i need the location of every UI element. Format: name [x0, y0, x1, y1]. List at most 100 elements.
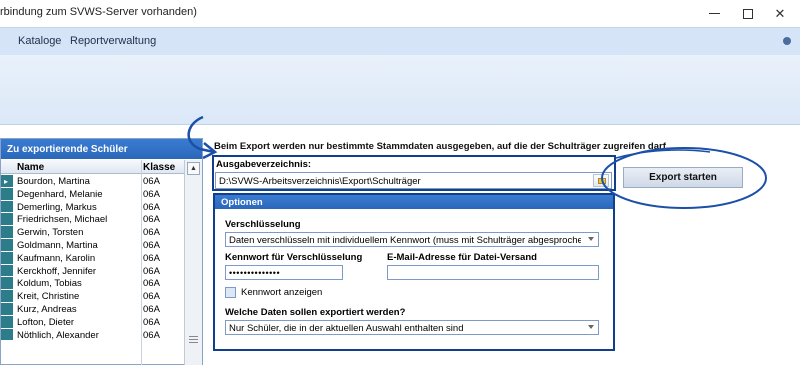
table-row[interactable]: Kerckhoff, Jennifer 06A — [1, 264, 184, 278]
chevron-down-icon — [588, 237, 594, 241]
student-name: Bourdon, Martina — [17, 176, 90, 187]
student-klasse: 06A — [143, 329, 160, 341]
password-value: •••••••••••••• — [229, 268, 281, 278]
encryption-value: Daten verschlüsseln mit individuellem Ke… — [229, 235, 581, 246]
table-row[interactable]: Kurz, Andreas 06A — [1, 302, 184, 316]
table-row[interactable]: Nöthlich, Alexander 06A — [1, 328, 184, 342]
which-data-value: Nur Schüler, die in der aktuellen Auswah… — [229, 323, 464, 334]
table-row[interactable]: Degenhard, Melanie 06A — [1, 187, 184, 201]
student-grid-header: Name Klasse — [1, 160, 184, 174]
password-field[interactable]: •••••••••••••• — [225, 265, 343, 280]
student-klasse: 06A — [143, 227, 160, 239]
student-klasse: 06A — [143, 252, 160, 264]
student-grid-scrollbar[interactable]: ▲ — [184, 160, 202, 365]
student-name: Nöthlich, Alexander — [17, 329, 99, 341]
row-indicator[interactable] — [1, 328, 13, 342]
row-indicator[interactable] — [1, 264, 13, 278]
menu-reportverwaltung[interactable]: Reportverwaltung — [70, 35, 156, 47]
column-header-name[interactable]: Name — [17, 162, 44, 173]
arrow-up-icon: ▲ — [190, 165, 197, 172]
row-indicator[interactable] — [1, 290, 13, 303]
student-name: Demerling, Markus — [17, 201, 97, 213]
student-name: Degenhard, Melanie — [17, 188, 103, 200]
student-klasse: 06A — [143, 201, 160, 213]
student-klasse: 06A — [143, 214, 160, 226]
student-name: Kurz, Andreas — [17, 303, 77, 315]
menu-kataloge[interactable]: Kataloge — [18, 35, 61, 47]
output-directory-group: Ausgabeverzeichnis: D:\SVWS-Arbeitsverze… — [212, 155, 616, 191]
encryption-select[interactable]: Daten verschlüsseln mit individuellem Ke… — [225, 232, 599, 247]
minimize-icon — [708, 13, 720, 14]
email-field[interactable] — [387, 265, 599, 280]
student-klasse: 06A — [143, 265, 160, 277]
ribbon — [0, 55, 800, 125]
row-indicator[interactable] — [1, 302, 13, 316]
help-icon[interactable] — [783, 37, 791, 45]
row-indicator[interactable] — [1, 226, 13, 239]
window-title: rbindung zum SVWS-Server vorhanden) — [0, 6, 197, 18]
student-name: Gerwin, Torsten — [17, 227, 84, 239]
email-label: E-Mail-Adresse für Datei-Versand — [387, 252, 537, 263]
student-panel: Zu exportierende Schüler Name Klasse ▸ Bo… — [0, 138, 203, 365]
student-name: Kreit, Christine — [17, 291, 80, 303]
table-row[interactable]: ▸ Bourdon, Martina 06A — [1, 175, 184, 188]
close-button[interactable]: ✕ — [760, 0, 800, 27]
chevron-down-icon — [588, 325, 594, 329]
row-indicator[interactable] — [1, 315, 13, 329]
student-klasse: 06A — [143, 239, 160, 251]
table-row[interactable]: Kreit, Christine 06A — [1, 290, 184, 303]
student-klasse: 06A — [143, 291, 160, 303]
options-group: Optionen Verschlüsselung Daten verschlüs… — [213, 193, 615, 351]
student-name: Koldum, Tobias — [17, 278, 82, 290]
output-directory-value: D:\SVWS-Arbeitsverzeichnis\Export\Schult… — [219, 176, 421, 187]
scroll-grip-icon[interactable] — [189, 336, 198, 343]
student-klasse: 06A — [143, 188, 160, 200]
student-name: Friedrichsen, Michael — [17, 214, 108, 226]
title-bar: rbindung zum SVWS-Server vorhanden) ✕ — [0, 0, 800, 27]
table-row[interactable]: Goldmann, Martina 06A — [1, 238, 184, 252]
export-start-button[interactable]: Export starten — [623, 167, 743, 188]
student-name: Lofton, Dieter — [17, 316, 75, 328]
encryption-label: Verschlüsselung — [225, 219, 301, 230]
which-data-select[interactable]: Nur Schüler, die in der aktuellen Auswah… — [225, 320, 599, 335]
maximize-icon — [743, 8, 753, 19]
student-name: Kaufmann, Karolin — [17, 252, 96, 264]
student-panel-title: Zu exportierende Schüler — [1, 139, 202, 159]
menu-bar: Kataloge Reportverwaltung — [0, 27, 800, 55]
student-klasse: 06A — [143, 278, 160, 290]
table-row[interactable]: Lofton, Dieter 06A — [1, 315, 184, 329]
options-title: Optionen — [215, 195, 613, 209]
export-info-text: Beim Export werden nur bestimmte Stammda… — [214, 141, 669, 152]
browse-folder-button[interactable] — [593, 174, 609, 187]
row-indicator[interactable] — [1, 277, 13, 291]
output-directory-label: Ausgabeverzeichnis: — [216, 159, 312, 170]
show-password-checkbox[interactable] — [225, 287, 236, 298]
row-indicator[interactable] — [1, 238, 13, 252]
student-name: Kerckhoff, Jennifer — [17, 265, 97, 277]
student-klasse: 06A — [143, 176, 160, 187]
row-indicator[interactable] — [1, 187, 13, 201]
table-row[interactable]: Demerling, Markus 06A — [1, 200, 184, 214]
student-klasse: 06A — [143, 316, 160, 328]
column-header-klasse[interactable]: Klasse — [143, 162, 175, 173]
show-password-label: Kennwort anzeigen — [241, 287, 323, 298]
table-row[interactable]: Koldum, Tobias 06A — [1, 277, 184, 291]
row-indicator[interactable] — [1, 200, 13, 214]
row-indicator[interactable]: ▸ — [1, 175, 13, 188]
student-grid-rows: ▸ Bourdon, Martina 06A Degenhard, Melanie 06… — [1, 175, 184, 342]
folder-icon — [598, 178, 606, 184]
close-icon: ✕ — [774, 5, 786, 21]
student-name: Goldmann, Martina — [17, 239, 98, 251]
table-row[interactable]: Friedrichsen, Michael 06A — [1, 213, 184, 227]
password-label: Kennwort für Verschlüsselung — [225, 252, 363, 263]
output-directory-field[interactable]: D:\SVWS-Arbeitsverzeichnis\Export\Schult… — [215, 172, 612, 189]
column-divider — [141, 160, 142, 365]
student-klasse: 06A — [143, 303, 160, 315]
row-indicator[interactable] — [1, 251, 13, 265]
scroll-up-button[interactable]: ▲ — [187, 162, 200, 175]
table-row[interactable]: Gerwin, Torsten 06A — [1, 226, 184, 239]
row-indicator[interactable] — [1, 213, 13, 227]
table-row[interactable]: Kaufmann, Karolin 06A — [1, 251, 184, 265]
current-row-pointer-icon: ▸ — [4, 177, 9, 186]
which-data-label: Welche Daten sollen exportiert werden? — [225, 307, 406, 318]
